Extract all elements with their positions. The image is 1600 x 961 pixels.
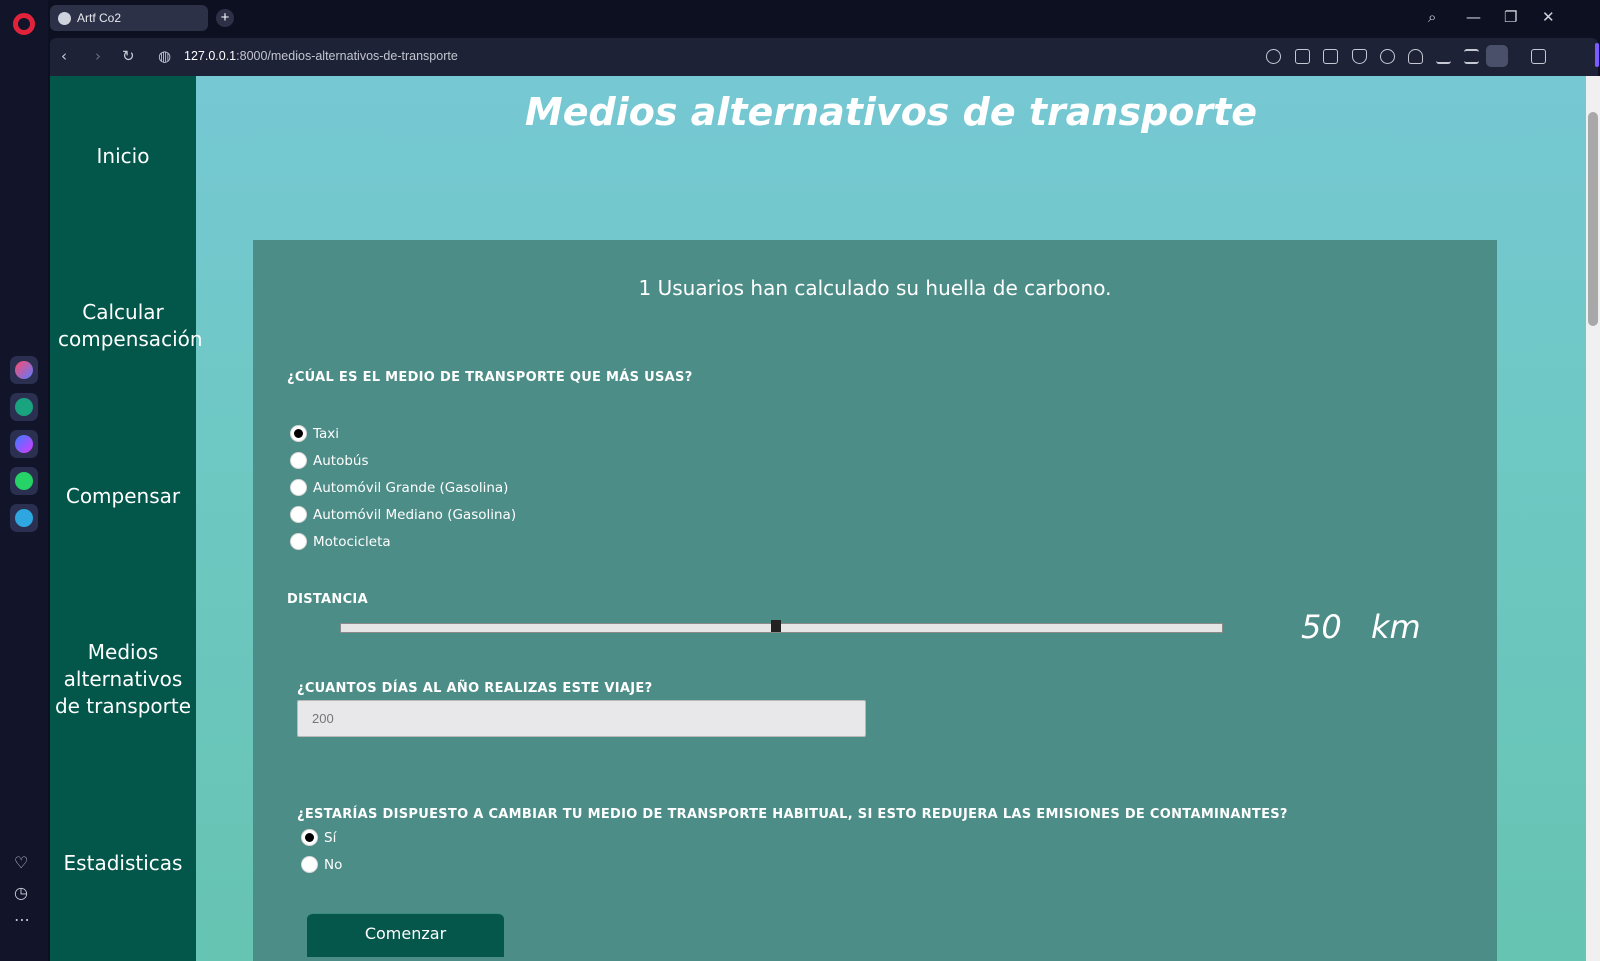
radio-label: Automóvil Mediano (Gasolina) <box>313 506 517 523</box>
heart-icon[interactable]: ♡ <box>14 853 28 872</box>
tab-artf-co2[interactable]: Artf Co2 <box>50 5 208 31</box>
radio-label: Motocicleta <box>313 533 391 550</box>
scrollbar-thumb[interactable] <box>1588 112 1598 326</box>
restore-icon[interactable]: ❐ <box>1504 8 1517 26</box>
radio-button[interactable] <box>290 425 307 442</box>
camera-icon[interactable] <box>1323 49 1338 64</box>
download-icon[interactable] <box>1436 49 1451 64</box>
radio-label: Autobús <box>313 452 369 469</box>
whatsapp-app-icon[interactable] <box>10 467 38 495</box>
globe-icon <box>58 11 71 25</box>
radio-button[interactable] <box>290 533 307 550</box>
radio-option-taxi[interactable]: Taxi <box>290 425 339 442</box>
back-icon[interactable]: ‹ <box>61 47 67 65</box>
address-bar-row: ‹ › ↻ ◍ 127.0.0.1:8000/medios-alternativ… <box>50 38 1599 76</box>
radio-label: Taxi <box>313 425 340 442</box>
radio-option-automovil-mediano[interactable]: Automóvil Mediano (Gasolina) <box>290 506 516 523</box>
browser-sidebar: ♡ ◷ ⋯ <box>0 0 48 961</box>
close-icon[interactable]: ✕ <box>1542 8 1555 26</box>
page-title: Medios alternativos de transporte <box>524 90 1258 134</box>
opera-logo-icon[interactable] <box>13 13 35 35</box>
users-counter-text: 1 Usuarios han calculado su huella de ca… <box>638 276 1112 300</box>
history-icon[interactable]: ◷ <box>14 883 28 902</box>
radio-option-no[interactable]: No <box>301 856 342 873</box>
url-path: :8000/medios-alternativos-de-transporte <box>236 49 458 63</box>
forward-icon[interactable]: › <box>95 47 101 65</box>
radio-button[interactable] <box>290 452 307 469</box>
sidebar-item-medios-alternativos[interactable]: Medios alternativos de transporte <box>50 639 196 720</box>
radio-option-autobus[interactable]: Autobús <box>290 452 369 469</box>
distance-value: 50 <box>1301 608 1342 646</box>
radio-option-si[interactable]: Sí <box>301 829 336 846</box>
messenger-app-icon[interactable] <box>10 430 38 458</box>
sidebar-item-calcular-compensacion[interactable]: Calcular compensación <box>50 299 203 353</box>
days-input[interactable] <box>297 700 866 737</box>
search-tabs-icon[interactable]: ⌕ <box>1428 8 1436 26</box>
shield-icon[interactable] <box>1352 49 1367 64</box>
play-icon[interactable] <box>1380 49 1395 64</box>
change-question: ¿ESTARÍAS DISPUESTO A CAMBIAR TU MEDIO D… <box>297 807 1288 822</box>
days-question: ¿CUANTOS DÍAS AL AÑO REALIZAS ESTE VIAJE… <box>297 681 653 696</box>
url-field[interactable]: 127.0.0.1:8000/medios-alternativos-de-tr… <box>184 49 458 63</box>
extensions-icon[interactable] <box>1531 49 1546 64</box>
sidebar-item-estadisticas[interactable]: Estadisticas <box>50 850 196 877</box>
menu-icon[interactable] <box>1464 49 1479 64</box>
distance-label: DISTANCIA <box>287 592 368 607</box>
radio-option-automovil-grande[interactable]: Automóvil Grande (Gasolina) <box>290 479 508 496</box>
site-info-icon[interactable]: ◍ <box>158 47 171 65</box>
site-sidebar: Inicio Calcular compensación Compensar M… <box>50 76 203 961</box>
sidebar-item-compensar[interactable]: Compensar <box>50 483 196 510</box>
tab-strip: Artf Co2 + ⌕ — ❐ ✕ <box>48 0 1600 38</box>
radio-option-motocicleta[interactable]: Motocicleta <box>290 533 391 550</box>
accent-bar <box>1595 43 1599 67</box>
start-button[interactable]: Comenzar <box>307 913 504 957</box>
heart-icon[interactable] <box>1408 49 1423 64</box>
radio-label: No <box>324 856 343 873</box>
tab-title: Artf Co2 <box>77 11 122 25</box>
distance-slider-track[interactable] <box>340 623 1223 633</box>
radio-label: Sí <box>324 829 337 846</box>
distance-slider-thumb[interactable] <box>771 620 781 632</box>
edit-icon[interactable] <box>1295 49 1310 64</box>
radio-button[interactable] <box>301 829 318 846</box>
url-host: 127.0.0.1 <box>184 49 237 63</box>
scrollbar[interactable] <box>1586 76 1600 961</box>
minimize-icon[interactable]: — <box>1466 8 1481 26</box>
radio-button[interactable] <box>290 506 307 523</box>
radio-label: Automóvil Grande (Gasolina) <box>313 479 509 496</box>
telegram-app-icon[interactable] <box>10 504 38 532</box>
chatgpt-app-icon[interactable] <box>10 393 38 421</box>
distance-unit: km <box>1371 608 1421 646</box>
new-tab-button[interactable]: + <box>216 9 234 27</box>
transport-question: ¿CÚAL ES EL MEDIO DE TRANSPORTE QUE MÁS … <box>287 370 693 385</box>
profile-icon[interactable] <box>1486 45 1508 67</box>
reload-icon[interactable]: ↻ <box>122 47 135 65</box>
aria-app-icon[interactable] <box>10 356 38 384</box>
radio-button[interactable] <box>290 479 307 496</box>
zoom-icon[interactable] <box>1266 49 1281 64</box>
form-card: 1 Usuarios han calculado su huella de ca… <box>253 240 1497 961</box>
radio-button[interactable] <box>301 856 318 873</box>
more-icon[interactable]: ⋯ <box>14 910 30 929</box>
page-viewport: Inicio Calcular compensación Compensar M… <box>50 76 1600 961</box>
sidebar-item-inicio[interactable]: Inicio <box>50 143 196 170</box>
